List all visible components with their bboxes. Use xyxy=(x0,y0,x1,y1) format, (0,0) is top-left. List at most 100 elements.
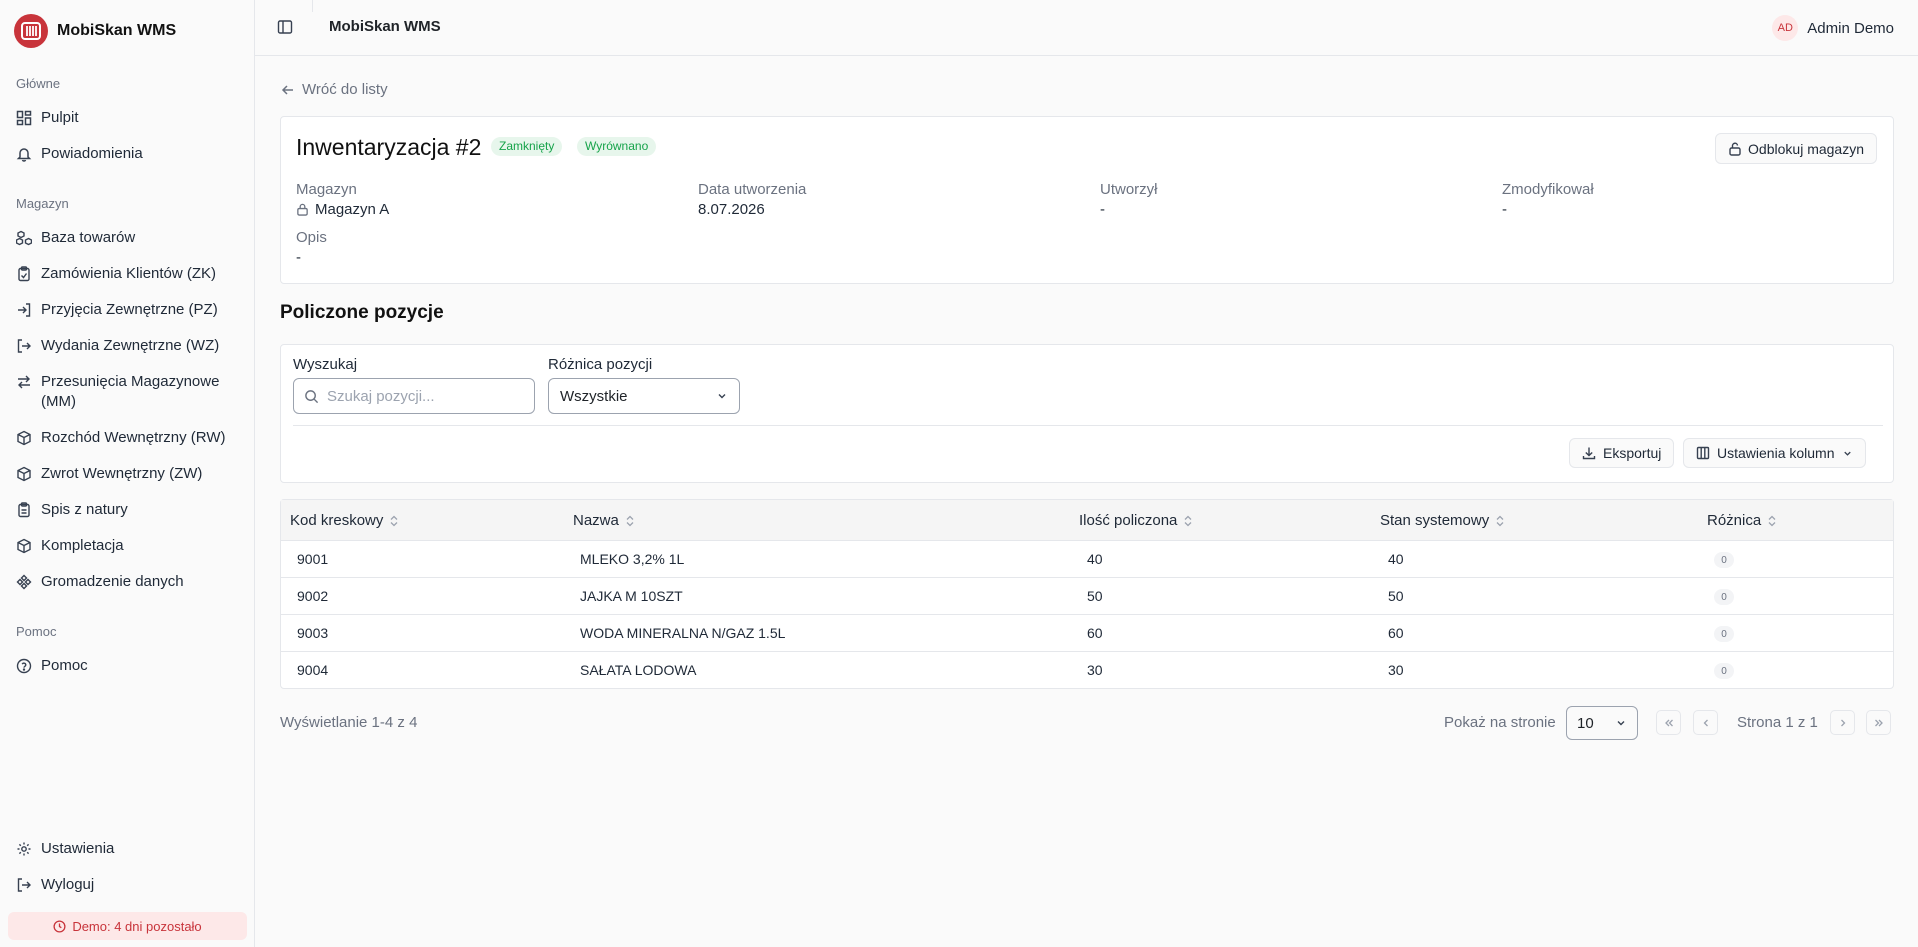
table-row[interactable]: 9001 MLEKO 3,2% 1L 40 40 0 xyxy=(281,541,1893,578)
clipboard-icon xyxy=(18,266,30,282)
cell-name: SAŁATA LODOWA xyxy=(580,662,697,678)
inventory-details-card: Inwentaryzacja #2 Zamknięty Wyrównano Od… xyxy=(280,116,1894,284)
description-label: Opis xyxy=(296,229,327,246)
chevron-down-icon xyxy=(1617,721,1625,726)
unlock-warehouse-button[interactable]: Odblokuj magazyn xyxy=(1715,133,1877,164)
cell-system-stock: 30 xyxy=(1388,662,1404,678)
diff-filter-label: Różnica pozycji xyxy=(548,356,653,373)
sidebar-item-label: Spis z natury xyxy=(41,501,128,518)
previous-page-button[interactable] xyxy=(1693,710,1718,735)
column-header-name[interactable]: Nazwa xyxy=(573,512,635,529)
export-button[interactable]: Eksportuj xyxy=(1569,438,1675,468)
logo-icon xyxy=(14,14,48,48)
search-input[interactable] xyxy=(327,387,517,405)
sidebar-toggle-button[interactable] xyxy=(277,19,295,37)
last-page-button[interactable] xyxy=(1866,710,1891,735)
user-menu[interactable]: AD Admin Demo xyxy=(1772,15,1894,41)
sidebar-item-label: Rozchód Wewnętrzny (RW) xyxy=(41,429,226,446)
brand[interactable]: MobiSkan WMS xyxy=(14,14,176,48)
sidebar-item-transfers[interactable]: Przesunięcia Magazynowe (MM) xyxy=(16,372,246,412)
sidebar-item-data-collection[interactable]: Gromadzenie danych xyxy=(16,572,246,592)
sidebar-item-label: Pomoc xyxy=(41,657,88,674)
back-to-list-link[interactable]: Wróć do listy xyxy=(281,81,388,98)
next-page-button[interactable] xyxy=(1830,710,1855,735)
warehouse-name: Magazyn A xyxy=(315,201,390,218)
first-page-button[interactable] xyxy=(1656,710,1681,735)
sidebar-item-label: Zwrot Wewnętrzny (ZW) xyxy=(41,465,203,482)
sidebar-item-label: Zamówienia Klientów (ZK) xyxy=(41,265,217,282)
chevrons-left-icon xyxy=(1664,719,1673,726)
sidebar-item-goods-issues[interactable]: Wydania Zewnętrzne (WZ) xyxy=(16,336,246,356)
diff-filter-value: Wszystkie xyxy=(560,387,628,405)
cell-counted: 40 xyxy=(1087,551,1103,567)
sidebar-item-label: Baza towarów xyxy=(41,229,136,246)
cell-system-stock: 40 xyxy=(1388,551,1404,567)
cell-name: JAJKA M 10SZT xyxy=(580,588,683,604)
sidebar-item-label: Wyloguj xyxy=(41,876,95,893)
cell-difference: 0 xyxy=(1714,626,1734,642)
export-label: Eksportuj xyxy=(1603,445,1662,461)
column-header-label: Stan systemowy xyxy=(1380,512,1490,529)
sidebar-item-customer-orders[interactable]: Zamówienia Klientów (ZK) xyxy=(16,264,246,284)
chevron-down-icon xyxy=(1843,451,1851,456)
sidebar-item-notifications[interactable]: Powiadomienia xyxy=(16,144,246,164)
cell-system-stock: 60 xyxy=(1388,625,1404,641)
column-settings-button[interactable]: Ustawienia kolumn xyxy=(1683,438,1866,468)
sidebar-item-settings[interactable]: Ustawienia xyxy=(16,839,246,859)
chevron-left-icon xyxy=(1703,719,1708,726)
section-title: Policzone pozycje xyxy=(280,302,444,323)
lock-icon xyxy=(297,203,308,216)
status-badge-closed: Zamknięty xyxy=(491,137,563,156)
sidebar-item-dashboard[interactable]: Pulpit xyxy=(16,108,246,128)
sidebar-item-products[interactable]: Baza towarów xyxy=(16,228,246,248)
sort-icon xyxy=(626,515,634,526)
description-value: - xyxy=(296,249,301,266)
table-row[interactable]: 9002 JAJKA M 10SZT 50 50 0 xyxy=(281,578,1893,615)
diff-filter-select[interactable]: Wszystkie xyxy=(548,378,740,414)
column-header-barcode[interactable]: Kod kreskowy xyxy=(290,512,399,529)
sidebar-item-picking[interactable]: Kompletacja xyxy=(16,536,246,556)
sidebar-item-label: Przyjęcia Zewnętrzne (PZ) xyxy=(41,301,218,318)
grid-icon xyxy=(16,110,32,126)
sidebar-item-internal-issue[interactable]: Rozchód Wewnętrzny (RW) xyxy=(16,428,246,448)
modified-by-value: - xyxy=(1502,201,1507,218)
workflow-icon xyxy=(16,574,32,590)
cell-name: MLEKO 3,2% 1L xyxy=(580,551,685,567)
package-icon xyxy=(17,430,31,446)
column-header-difference[interactable]: Różnica xyxy=(1707,512,1777,529)
sidebar-item-goods-receipts[interactable]: Przyjęcia Zewnętrzne (PZ) xyxy=(16,300,246,320)
per-page-select[interactable]: 10 xyxy=(1566,706,1638,740)
table-row[interactable]: 9003 WODA MINERALNA N/GAZ 1.5L 60 60 0 xyxy=(281,615,1893,652)
cell-difference: 0 xyxy=(1714,589,1734,605)
column-header-counted[interactable]: Ilość policzona xyxy=(1079,512,1193,529)
created-date-label: Data utworzenia xyxy=(698,181,807,198)
sidebar-item-help[interactable]: Pomoc xyxy=(16,656,246,676)
page-title: Inwentaryzacja #2 xyxy=(296,134,482,160)
table-row[interactable]: 9004 SAŁATA LODOWA 30 30 0 xyxy=(281,652,1893,689)
sort-icon xyxy=(1184,515,1192,526)
status-badge-balanced: Wyrównano xyxy=(577,137,657,156)
cell-counted: 60 xyxy=(1087,625,1103,641)
cell-system-stock: 50 xyxy=(1388,588,1404,604)
chevron-right-icon xyxy=(1840,719,1845,726)
sidebar-item-label: Ustawienia xyxy=(41,840,115,857)
results-info: Wyświetlanie 1-4 z 4 xyxy=(280,714,418,731)
sidebar-item-internal-return[interactable]: Zwrot Wewnętrzny (ZW) xyxy=(16,464,246,484)
unlock-icon xyxy=(1729,142,1741,156)
warehouse-value: Magazyn A xyxy=(296,201,389,218)
sidebar-item-logout[interactable]: Wyloguj xyxy=(16,875,246,895)
sidebar-item-label: Wydania Zewnętrzne (WZ) xyxy=(41,337,220,354)
help-circle-icon xyxy=(16,658,32,674)
log-out-icon xyxy=(17,878,31,892)
section-label-help: Pomoc xyxy=(16,624,57,639)
cell-barcode: 9004 xyxy=(297,662,329,678)
column-header-system-stock[interactable]: Stan systemowy xyxy=(1380,512,1505,529)
sort-icon xyxy=(1768,515,1776,526)
boxes-icon xyxy=(16,230,32,246)
top-bar: MobiSkan WMS AD Admin Demo xyxy=(255,0,1918,56)
sidebar-item-stocktaking[interactable]: Spis z natury xyxy=(16,500,246,520)
search-field[interactable] xyxy=(293,378,535,414)
demo-badge-text: Demo: 4 dni pozostało xyxy=(72,918,202,934)
clipboard-list-icon xyxy=(18,502,30,518)
unlock-label: Odblokuj magazyn xyxy=(1748,140,1864,157)
